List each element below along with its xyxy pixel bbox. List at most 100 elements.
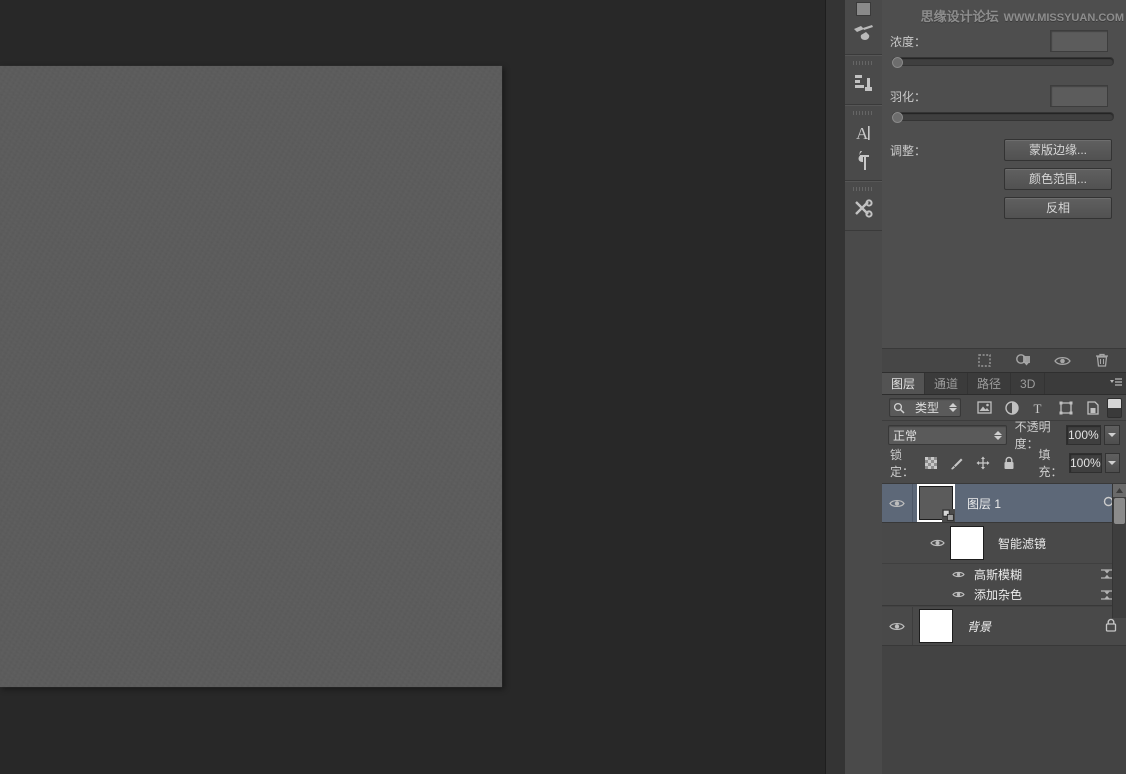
rail-grip-icon	[853, 111, 874, 115]
apply-mask-icon[interactable]	[1015, 352, 1032, 369]
feather-slider[interactable]	[892, 112, 1114, 123]
lock-icon-group	[924, 456, 1016, 470]
svg-text:T: T	[1033, 401, 1041, 415]
smart-filter-entry[interactable]: 高斯模糊	[882, 564, 1126, 584]
workspace-canvas-area	[0, 0, 825, 774]
tab-channels[interactable]: 通道	[925, 373, 969, 394]
blend-mode-row: 正常 不透明度： 100%	[882, 420, 1126, 451]
smart-filter-label: 智能滤镜	[998, 536, 1047, 551]
layer-thumbnail[interactable]	[919, 609, 953, 643]
layer-locked-icon	[1105, 618, 1117, 635]
smart-filter-mask-visibility-toggle[interactable]	[928, 538, 946, 548]
watermark-cn: 思缘设计论坛	[920, 9, 999, 24]
tab-3d[interactable]: 3D	[1011, 373, 1046, 394]
rail-group-color	[845, 0, 882, 55]
filter-smartobject-icon-glyph	[1086, 400, 1099, 415]
filter-shape-icon[interactable]	[1058, 400, 1073, 415]
lock-image-icon[interactable]	[950, 456, 964, 470]
blend-mode-select[interactable]: 正常	[888, 425, 1007, 445]
filter-pixel-icon[interactable]	[977, 400, 992, 415]
panel-tab-bar: 图层 通道 路径 3D	[882, 373, 1126, 395]
layer-list-scrollbar[interactable]	[1112, 484, 1126, 618]
layer-name: 图层 1	[967, 496, 1002, 511]
eye-icon-glyph	[1054, 356, 1071, 365]
filter-adjustment-icon[interactable]	[1004, 400, 1019, 415]
smart-filter-mask-row[interactable]: 智能滤镜	[882, 523, 1126, 564]
smart-object-badge-glyph	[942, 509, 955, 522]
swatch-box-icon	[856, 2, 871, 16]
brush-color-icon[interactable]	[847, 18, 880, 48]
masks-panel-footer	[882, 348, 1126, 372]
rail-group-tools	[845, 181, 882, 231]
layer-visibility-toggle[interactable]	[882, 607, 913, 645]
delete-mask-icon[interactable]	[1093, 352, 1110, 369]
eye-icon	[889, 499, 905, 507]
filter-type-icon[interactable]: T	[1031, 400, 1046, 415]
opacity-dropdown-icon[interactable]	[1103, 425, 1120, 445]
tool-presets-icon[interactable]	[847, 194, 880, 224]
filter-name: 高斯模糊	[974, 567, 1023, 582]
paragraph-icon[interactable]	[847, 148, 880, 174]
toggle-mask-visibility-icon[interactable]	[1054, 352, 1071, 369]
paragraph-icon-glyph	[858, 151, 869, 170]
filter-visibility-toggle[interactable]	[950, 570, 966, 579]
rail-group-type: A	[845, 105, 882, 181]
rail-swatch-top[interactable]	[847, 0, 880, 18]
layer-visibility-toggle[interactable]	[882, 484, 913, 522]
scroll-up-arrow-icon[interactable]	[1113, 484, 1126, 497]
layer-filter-icons: T	[977, 400, 1100, 415]
feather-value-field[interactable]	[1050, 85, 1108, 107]
color-range-button[interactable]: 颜色范围...	[1004, 168, 1112, 190]
filter-smartobject-icon[interactable]	[1085, 400, 1100, 415]
filter-enable-toggle[interactable]	[1107, 397, 1122, 418]
document-canvas[interactable]	[0, 66, 502, 687]
lock-position-icon[interactable]	[976, 456, 990, 470]
layer-row[interactable]: 图层 1	[882, 484, 1126, 523]
density-slider-knob[interactable]	[892, 57, 903, 68]
watermark-url: WWW.MISSYUAN.COM	[1003, 12, 1124, 24]
fill-value[interactable]: 100%	[1068, 453, 1102, 473]
search-icon	[893, 402, 905, 414]
character-icon-glyph: A	[856, 124, 870, 143]
filter-type-label: 类型	[914, 401, 939, 415]
masks-panel: 思缘设计论坛 WWW.MISSYUAN.COM 浓度： 羽化： 调整： 蒙版边缘.…	[882, 0, 1126, 373]
density-slider[interactable]	[892, 57, 1114, 68]
feather-label: 羽化：	[890, 90, 927, 104]
apply-mask-icon-glyph	[1016, 354, 1030, 366]
opacity-value[interactable]: 100%	[1065, 425, 1101, 445]
lock-all-icon[interactable]	[1002, 456, 1016, 470]
tool-presets-icon-glyph	[854, 199, 873, 218]
lock-transparency-icon[interactable]	[924, 456, 938, 470]
filter-visibility-toggle[interactable]	[950, 590, 966, 599]
invert-button[interactable]: 反相	[1004, 197, 1112, 219]
lock-label: 锁定：	[890, 448, 915, 479]
smart-filter-mask-thumbnail[interactable]	[950, 526, 984, 560]
load-selection-icon[interactable]	[976, 352, 993, 369]
checkerboard-icon-glyph	[925, 457, 938, 469]
mask-edge-button[interactable]: 蒙版边缘...	[1004, 139, 1112, 161]
scroll-thumb[interactable]	[1114, 498, 1125, 524]
adjustments-icon[interactable]	[847, 68, 880, 98]
fill-dropdown-icon[interactable]	[1104, 453, 1120, 473]
layer-thumbnail[interactable]	[919, 486, 955, 522]
canvas-noise-texture	[0, 66, 502, 687]
eye-icon	[951, 571, 965, 577]
tab-paths[interactable]: 路径	[968, 373, 1012, 394]
collapsed-panel-rail: A	[845, 0, 883, 774]
trash-icon-glyph	[1095, 353, 1108, 367]
tab-layers[interactable]: 图层	[882, 373, 926, 394]
panel-menu-icon[interactable]	[1109, 377, 1123, 389]
dock-divider	[825, 0, 847, 774]
layer-row-right	[1105, 618, 1117, 635]
density-value-field[interactable]	[1050, 30, 1108, 52]
filter-name: 添加杂色	[974, 588, 1023, 602]
padlock-icon-glyph	[1004, 456, 1014, 469]
padlock-icon-glyph	[1105, 618, 1117, 632]
layers-panel: 图层 通道 路径 3D 类型 T 正常 不透明度： 100% 锁定： 填充： 1…	[882, 373, 1126, 774]
filter-type-arrows-icon	[949, 403, 957, 412]
layer-row[interactable]: 背景	[882, 607, 1126, 646]
smart-filter-entry[interactable]: 添加杂色	[882, 584, 1126, 606]
layer-filter-type-select[interactable]: 类型	[889, 398, 961, 417]
character-icon[interactable]: A	[847, 118, 880, 148]
feather-slider-knob[interactable]	[892, 112, 903, 123]
